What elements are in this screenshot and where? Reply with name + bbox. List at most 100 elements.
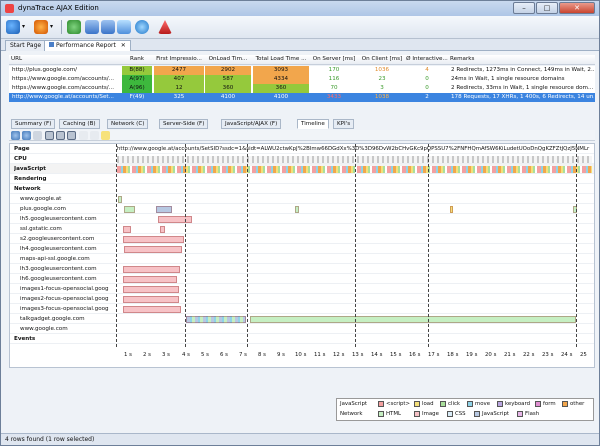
filter-icon[interactable] — [90, 131, 99, 140]
zoom-fit-icon[interactable] — [33, 131, 42, 140]
table-row[interactable]: http://plus.google.com/ B(88) 2477 2902 … — [9, 66, 595, 75]
col-on-client[interactable]: On Client [ms] — [359, 56, 405, 62]
download-icon[interactable] — [101, 20, 115, 34]
marker-line — [428, 144, 429, 347]
request-bar[interactable] — [250, 315, 576, 323]
col-remarks[interactable]: Remarks — [450, 56, 590, 62]
color-swatch — [447, 411, 453, 417]
dynatrace-logo-icon[interactable] — [158, 20, 172, 34]
row-label: maps-api-ssl.google.com — [20, 256, 90, 262]
tab-server-side[interactable]: Server-Side (F) — [159, 119, 209, 129]
color-swatch — [440, 401, 446, 407]
minimize-button[interactable]: – — [513, 2, 535, 14]
legend-item: JavaScript — [474, 411, 509, 417]
maximize-button[interactable]: □ — [536, 2, 558, 14]
network-row[interactable]: ssl.gstatic.com — [10, 224, 594, 234]
row-label: images2-focus-opensocial.goog — [20, 296, 109, 302]
browser-icon[interactable] — [34, 20, 48, 34]
tick-label: 17 s — [428, 352, 440, 358]
col-url[interactable]: URL — [11, 56, 111, 62]
tab-performance-report[interactable]: Performance Report ✕ — [44, 40, 131, 51]
network-row[interactable]: www.google.com — [10, 324, 594, 334]
request-bar[interactable] — [450, 205, 453, 213]
cell-interactive: 4 — [425, 67, 429, 73]
tick-label: 6 s — [220, 352, 228, 358]
network-row[interactable]: talkgadget.google.com — [10, 314, 594, 324]
cell-rank: A(97) — [122, 75, 152, 84]
legend-label: load — [422, 401, 434, 407]
request-bar[interactable] — [186, 315, 246, 323]
network-row[interactable]: images2-focus-opensocial.goog — [10, 294, 594, 304]
request-bar[interactable] — [160, 225, 165, 233]
timeline-row-rendering: Rendering — [10, 174, 594, 184]
request-bar[interactable] — [295, 205, 299, 213]
col-first-impression[interactable]: First Impressio... — [154, 56, 204, 62]
chevron-down-icon[interactable]: ▾ — [50, 20, 57, 34]
layout-icon[interactable] — [79, 131, 88, 140]
request-bar[interactable] — [124, 245, 182, 253]
cell-on-client: 3 — [380, 85, 384, 91]
col-onload-time[interactable]: OnLoad Tim... — [205, 56, 251, 62]
row-label: Page — [14, 146, 30, 152]
tab-timeline[interactable]: Timeline — [297, 119, 329, 129]
tick-label: 8 s — [258, 352, 266, 358]
color-swatch — [535, 401, 541, 407]
close-button[interactable]: ✕ — [559, 2, 595, 14]
refresh-icon[interactable] — [67, 20, 81, 34]
row-label: Events — [14, 336, 36, 342]
cell-onload: 360 — [205, 84, 251, 93]
color-swatch — [517, 411, 523, 417]
home-icon[interactable] — [6, 20, 20, 34]
table-row-selected[interactable]: http://www.google.at/accounts/Set... F(4… — [9, 93, 595, 102]
request-bar[interactable] — [123, 285, 179, 293]
tab-caching[interactable]: Caching (B) — [59, 119, 100, 129]
cpu-toggle-icon[interactable] — [45, 131, 54, 140]
export-icon[interactable] — [117, 20, 131, 34]
timeline-legend: JavaScript <script> load click move keyb… — [336, 398, 594, 421]
network-row[interactable]: maps-api-ssl.google.com — [10, 254, 594, 264]
request-bar[interactable] — [156, 205, 172, 213]
tab-kpis[interactable]: KPI's — [333, 119, 355, 129]
network-row[interactable]: lh4.googleusercontent.com — [10, 244, 594, 254]
request-bar[interactable] — [123, 295, 179, 303]
network-row[interactable]: plus.google.com — [10, 204, 594, 214]
gear-icon[interactable] — [135, 20, 149, 34]
request-bar[interactable] — [123, 225, 131, 233]
request-bar[interactable] — [123, 305, 181, 313]
request-bar[interactable] — [123, 275, 177, 283]
request-bar[interactable] — [124, 205, 135, 213]
js-toggle-icon[interactable] — [56, 131, 65, 140]
table-row[interactable]: https://www.google.com/accounts/... A(97… — [9, 75, 595, 84]
tab-summary[interactable]: Summary (F) — [11, 119, 56, 129]
network-row[interactable]: s2.googleusercontent.com — [10, 234, 594, 244]
col-on-server[interactable]: On Server [ms] — [311, 56, 357, 62]
close-tab-icon[interactable]: ✕ — [121, 42, 126, 49]
request-bar[interactable] — [123, 265, 180, 273]
marker-line — [355, 144, 356, 347]
network-row[interactable]: lh3.googleusercontent.com — [10, 264, 594, 274]
lightbulb-icon[interactable] — [101, 131, 110, 140]
zoom-out-icon[interactable] — [22, 131, 31, 140]
network-row[interactable]: lh5.googleusercontent.com — [10, 214, 594, 224]
zoom-in-icon[interactable] — [11, 131, 20, 140]
network-toggle-icon[interactable] — [67, 131, 76, 140]
table-row[interactable]: https://www.google.com/accounts/... A(96… — [9, 84, 595, 93]
tab-network[interactable]: Network (C) — [107, 119, 149, 129]
col-rank[interactable]: Rank — [122, 56, 152, 62]
report-icon — [49, 42, 54, 47]
network-row[interactable]: images1-focus-opensocial.goog — [10, 284, 594, 294]
network-row[interactable]: images3-focus-opensocial.goog — [10, 304, 594, 314]
request-bar[interactable] — [118, 195, 122, 203]
request-bar[interactable] — [123, 235, 184, 243]
network-row[interactable]: lh6.googleusercontent.com — [10, 274, 594, 284]
network-row[interactable]: www.google.at — [10, 194, 594, 204]
tab-javascript-ajax[interactable]: JavaScript/AJAX (F) — [221, 119, 282, 129]
row-label: ssl.gstatic.com — [20, 226, 62, 232]
chevron-down-icon[interactable]: ▾ — [22, 20, 29, 34]
tab-start-page[interactable]: Start Page — [5, 40, 47, 51]
col-total-load-time[interactable]: Total Load Time ... — [253, 56, 309, 62]
request-bar[interactable] — [158, 215, 192, 223]
upload-icon[interactable] — [85, 20, 99, 34]
col-interactive[interactable]: Ø Interactive... — [406, 56, 448, 62]
legend-label: form — [543, 401, 556, 407]
